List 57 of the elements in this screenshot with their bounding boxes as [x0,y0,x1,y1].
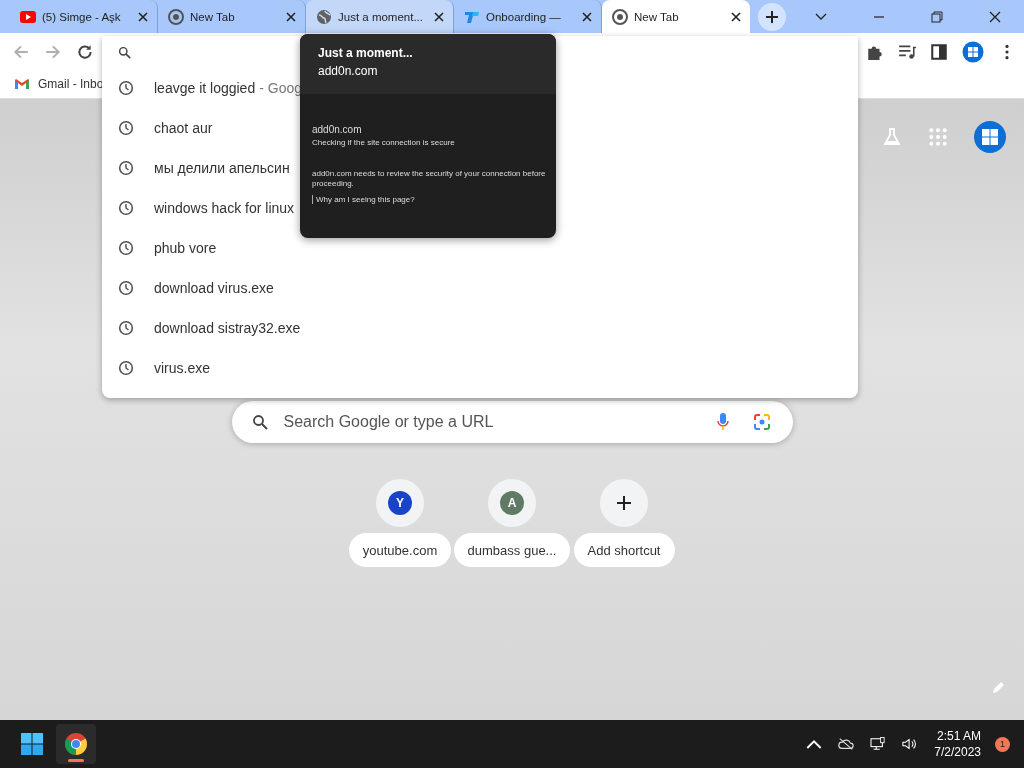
page-subtitle: Checking if the site connection is secure [312,138,455,147]
chrome-icon [168,8,184,25]
history-icon [118,320,134,336]
video-play-icon [20,8,36,25]
page-link[interactable]: Why am I seeing this page? [312,195,415,204]
clock[interactable]: 2:51 AM 7/2/2023 [934,728,981,760]
plus-icon [616,495,632,511]
history-icon [118,120,134,136]
page-text: add0n.com needs to review the security of your connection before proceeding. [312,169,546,189]
profile-avatar-icon[interactable] [962,40,984,63]
start-icon[interactable] [20,732,44,756]
preview-domain: add0n.com [318,64,378,78]
site-avatar-icon[interactable]: Y [376,479,424,527]
shortcut-link[interactable]: youtube.com [348,533,452,567]
side-panel-icon[interactable] [930,42,948,61]
globe-icon [316,8,332,25]
history-suggestion[interactable]: windows hack for linux [102,188,295,228]
search-icon [251,414,268,430]
history-icon [118,240,134,256]
restore-icon[interactable] [931,10,943,23]
new-tab-button[interactable] [758,2,786,31]
preview-title: Just a moment... [318,46,413,60]
history-suggestion[interactable]: download virus.exe [102,268,274,308]
close-icon[interactable] [989,10,1001,23]
profile-avatar-icon[interactable] [974,121,1006,153]
site-avatar-icon[interactable]: A [488,479,536,527]
history-icon [118,280,134,296]
search-input[interactable]: Search Google or type a URL [281,412,703,432]
reload-icon[interactable] [76,42,94,61]
camera-lens-icon[interactable] [752,413,771,431]
history-icon [118,160,134,176]
shortcut-link[interactable]: Add shortcut [573,533,675,567]
mail-logo-icon [14,78,30,90]
page-heading: add0n.com [312,124,362,135]
microphone-icon[interactable] [716,412,729,432]
history-suggestion[interactable]: мы делили апельсин [102,148,290,188]
volume-icon[interactable] [902,737,919,751]
add-shortcut-icon[interactable] [600,479,648,527]
history-icon [118,360,134,376]
chrome-taskbar-icon[interactable] [56,724,96,764]
history-icon [118,200,134,216]
media-list-icon[interactable] [898,42,916,61]
history-suggestion[interactable]: download sistray32.exe [102,308,301,348]
history-suggestion[interactable]: chaot aur [102,108,213,148]
history-suggestion[interactable]: virus.exe [102,348,211,388]
shortcut-link[interactable]: dumbass gue... [453,533,571,567]
browser-tab[interactable]: Just a moment... [306,0,454,33]
history-suggestion[interactable]: phub vore [102,228,217,268]
browser-tab[interactable]: New Tab [602,0,750,33]
search-bar[interactable]: Search Google or type a URL [231,401,793,443]
chrome-icon [612,8,628,25]
search-icon [118,45,131,59]
plus-icon [765,9,779,24]
cloud-off-icon[interactable] [838,737,855,751]
notification-badge[interactable]: 1 [995,736,1010,752]
network-icon[interactable] [870,737,887,751]
history-icon [118,80,134,96]
